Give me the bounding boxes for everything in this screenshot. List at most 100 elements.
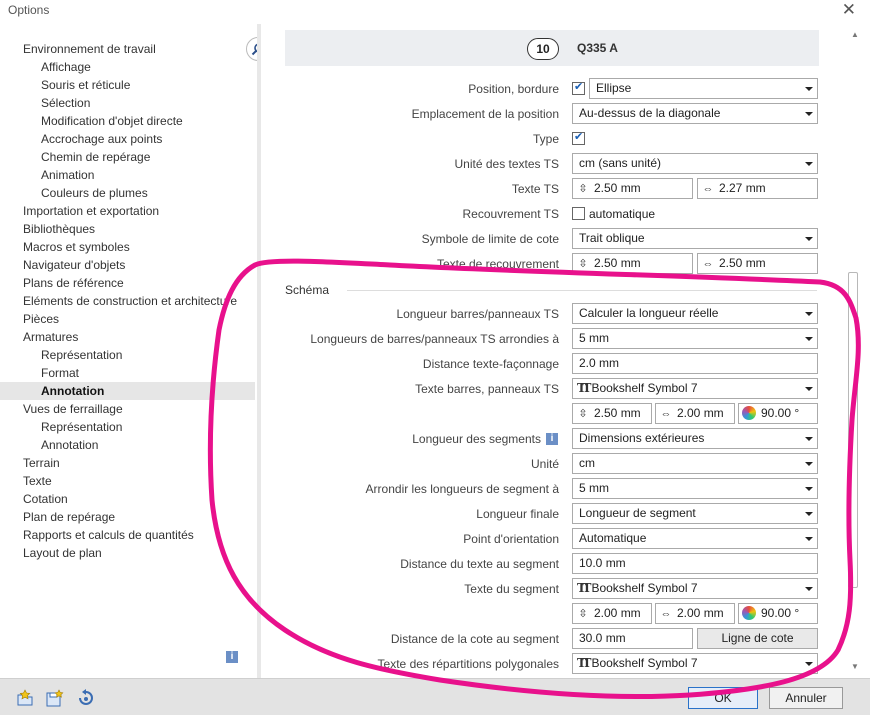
scroll-up-icon[interactable]: ▲ <box>851 30 859 39</box>
distance-texte-faconnage-input[interactable]: 2.0 mm <box>572 353 818 374</box>
tree-item[interactable]: Eléments de construction et architecture <box>23 292 237 310</box>
type-checkbox[interactable] <box>572 130 585 145</box>
symbole-limite-value: Trait oblique <box>579 231 645 245</box>
tree-item[interactable]: Format <box>41 364 79 382</box>
tree-item[interactable]: Texte <box>23 472 52 490</box>
chevron-down-icon <box>801 304 817 323</box>
text-width-icon: ⇔ <box>660 408 672 420</box>
arrondir-segment-select[interactable]: 5 mm <box>572 478 818 499</box>
tree-item[interactable]: Modification d'objet directe <box>41 112 183 130</box>
tree-item[interactable]: Chemin de repérage <box>41 148 150 166</box>
chevron-down-icon <box>801 379 817 398</box>
unite-select[interactable]: cm <box>572 453 818 474</box>
position-bordure-checkbox[interactable] <box>572 80 585 95</box>
tree-item[interactable]: Cotation <box>23 490 68 508</box>
point-orientation-select[interactable]: Automatique <box>572 528 818 549</box>
tree-item[interactable]: Environnement de travail <box>23 40 156 58</box>
rebar-header: 10 Q335 A <box>285 30 819 66</box>
texte-segment-font-value: Bookshelf Symbol 7 <box>591 581 698 595</box>
tree-item[interactable]: Annotation <box>41 436 98 454</box>
text-height-icon: ⇳ <box>578 258 588 270</box>
info-icon[interactable]: i <box>226 651 238 663</box>
scrollbar-thumb[interactable] <box>848 272 858 588</box>
unite-ts-select[interactable]: cm (sans unité) <box>572 153 818 174</box>
texte-segment-angle-value: 90.00 ° <box>761 606 800 620</box>
longueur-barres-select[interactable]: Calculer la longueur réelle <box>572 303 818 324</box>
emplacement-select[interactable]: Au-dessus de la diagonale <box>572 103 818 124</box>
texte-barres-width-value: 2.00 mm <box>677 406 724 420</box>
ok-button[interactable]: OK <box>688 687 758 709</box>
texte-barres-width-field[interactable]: ⇔ 2.00 mm <box>655 403 735 424</box>
favorite-open-icon[interactable] <box>16 689 34 707</box>
texte-recouvrement-width-value: 2.50 mm <box>719 256 766 270</box>
tree-item[interactable]: Sélection <box>41 94 90 112</box>
longueur-finale-value: Longueur de segment <box>579 506 696 520</box>
text-width-icon: ⇔ <box>702 258 714 270</box>
tree-item[interactable]: Animation <box>41 166 94 184</box>
texte-repartitions-font-select[interactable]: TT Bookshelf Symbol 7 <box>572 653 818 674</box>
arrondir-segment-value: 5 mm <box>579 481 609 495</box>
reset-icon[interactable] <box>77 689 95 707</box>
texte-recouvrement-label: Texte de recouvrement <box>436 257 559 271</box>
texte-barres-height-field[interactable]: ⇳ 2.50 mm <box>572 403 652 424</box>
text-width-icon: ⇔ <box>660 608 672 620</box>
texte-segment-height-field[interactable]: ⇳ 2.00 mm <box>572 603 652 624</box>
truetype-font-icon: TT <box>577 581 592 595</box>
ligne-de-cote-button[interactable]: Ligne de cote <box>697 628 818 649</box>
tree-item[interactable]: Terrain <box>23 454 60 472</box>
texte-barres-angle-field[interactable]: 90.00 ° <box>738 403 818 424</box>
chevron-down-icon <box>801 529 817 548</box>
texte-segment-width-field[interactable]: ⇔ 2.00 mm <box>655 603 735 624</box>
tree-item[interactable]: Armatures <box>23 328 78 346</box>
tree-item[interactable]: Vues de ferraillage <box>23 400 123 418</box>
tree-item[interactable]: Affichage <box>41 58 91 76</box>
texte-ts-height-field[interactable]: ⇳ 2.50 mm <box>572 178 693 199</box>
distance-texte-faconnage-label: Distance texte-façonnage <box>422 357 559 371</box>
tree-item[interactable]: Importation et exportation <box>23 202 159 220</box>
tree-item[interactable]: Représentation <box>41 346 122 364</box>
tree-item[interactable]: Bibliothèques <box>23 220 95 238</box>
position-bordure-label: Position, bordure <box>468 82 559 96</box>
texte-barres-font-select[interactable]: TT Bookshelf Symbol 7 <box>572 378 818 399</box>
tree-item[interactable]: Rapports et calculs de quantités <box>23 526 194 544</box>
texte-segment-font-select[interactable]: TT Bookshelf Symbol 7 <box>572 578 818 599</box>
tree-item[interactable]: Accrochage aux points <box>41 130 162 148</box>
close-icon[interactable]: ✕ <box>842 0 856 20</box>
position-bordure-select[interactable]: Ellipse <box>589 78 818 99</box>
longueurs-arrondies-select[interactable]: 5 mm <box>572 328 818 349</box>
texte-segment-angle-field[interactable]: 90.00 ° <box>738 603 818 624</box>
tree-item[interactable]: Représentation <box>41 418 122 436</box>
longueur-finale-select[interactable]: Longueur de segment <box>572 503 818 524</box>
tree-item[interactable]: Annotation <box>0 382 255 400</box>
texte-repartitions-label: Texte des répartitions polygonales <box>377 657 559 671</box>
distance-cote-segment-input[interactable]: 30.0 mm <box>572 628 693 649</box>
text-width-icon: ⇔ <box>702 183 714 195</box>
tree-item[interactable]: Plans de référence <box>23 274 124 292</box>
truetype-font-icon: TT <box>577 381 592 395</box>
longueur-barres-value: Calculer la longueur réelle <box>579 306 719 320</box>
scroll-down-icon[interactable]: ▼ <box>851 662 859 671</box>
symbole-limite-select[interactable]: Trait oblique <box>572 228 818 249</box>
texte-ts-width-field[interactable]: ⇔ 2.27 mm <box>697 178 818 199</box>
tree-item[interactable]: Pièces <box>23 310 59 328</box>
tree-item[interactable]: Macros et symboles <box>23 238 130 256</box>
favorite-save-icon[interactable] <box>46 689 64 707</box>
chevron-down-icon <box>801 504 817 523</box>
longueur-segments-select[interactable]: Dimensions extérieures <box>572 428 818 449</box>
recouvrement-ts-checkbox[interactable] <box>572 207 585 220</box>
tree-item[interactable]: Layout de plan <box>23 544 102 562</box>
texte-recouvrement-height-field[interactable]: ⇳ 2.50 mm <box>572 253 693 274</box>
texte-recouvrement-width-field[interactable]: ⇔ 2.50 mm <box>697 253 818 274</box>
tree-item[interactable]: Couleurs de plumes <box>41 184 148 202</box>
longueur-segments-label: Longueur des segments <box>412 432 541 446</box>
tree-item[interactable]: Souris et réticule <box>41 76 130 94</box>
recouvrement-ts-label: Recouvrement TS <box>462 207 560 221</box>
tree-item[interactable]: Plan de repérage <box>23 508 115 526</box>
tree-item[interactable]: Navigateur d'objets <box>23 256 125 274</box>
cancel-button[interactable]: Annuler <box>769 687 843 709</box>
distance-texte-segment-input[interactable]: 10.0 mm <box>572 553 818 574</box>
text-height-icon: ⇳ <box>578 608 588 620</box>
longueur-barres-label: Longueur barres/panneaux TS <box>396 307 559 321</box>
chevron-down-icon <box>801 654 817 673</box>
info-icon[interactable]: i <box>546 433 558 445</box>
